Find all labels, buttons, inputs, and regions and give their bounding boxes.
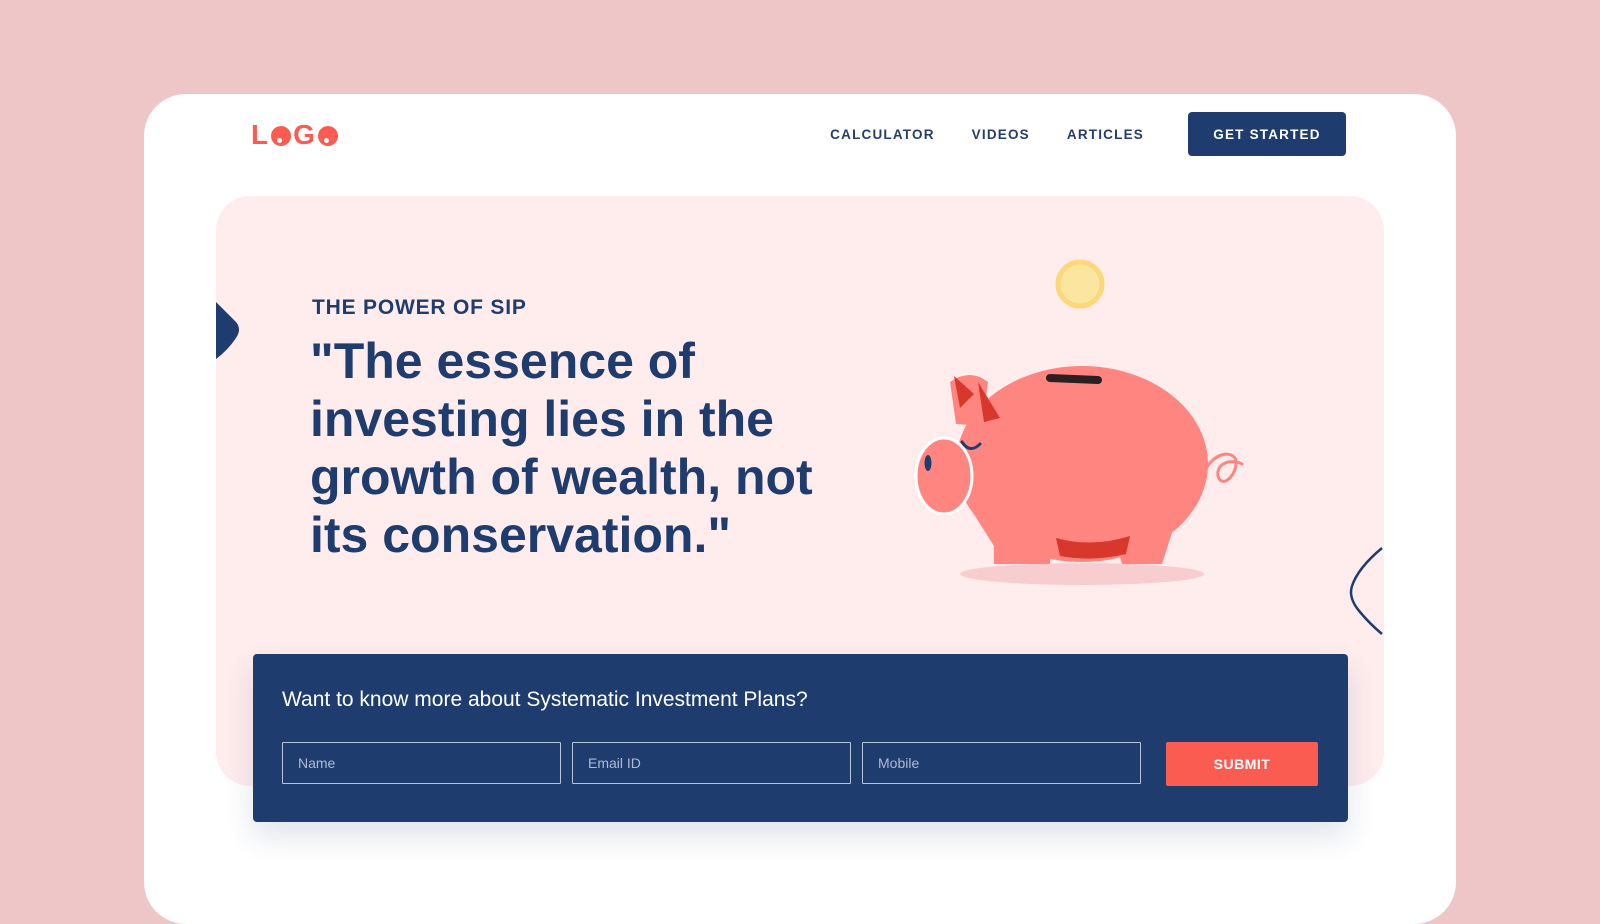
hero-accent-shape	[216, 302, 239, 359]
form-title: Want to know more about Systematic Inves…	[282, 688, 808, 711]
hero-eyebrow: THE POWER OF SIP	[312, 296, 527, 319]
piggy-bank-icon	[914, 259, 1244, 585]
main-nav: CALCULATOR VIDEOS ARTICLES GET STARTED	[830, 94, 1346, 174]
name-input[interactable]	[282, 742, 561, 784]
nav-articles[interactable]: ARTICLES	[1067, 127, 1144, 142]
nav-videos[interactable]: VIDEOS	[972, 127, 1030, 142]
hero-quote: "The essence of investing lies in the gr…	[310, 333, 813, 563]
mobile-input[interactable]	[862, 742, 1141, 784]
page-card: LG CALCULATOR VIDEOS ARTICLES GET STARTE…	[144, 94, 1456, 924]
email-input[interactable]	[572, 742, 851, 784]
coin-icon	[1055, 259, 1105, 309]
logo[interactable]: LG	[251, 119, 340, 150]
hero-arc-shape	[1349, 547, 1383, 635]
nav-calculator[interactable]: CALCULATOR	[830, 127, 935, 142]
get-started-button[interactable]: GET STARTED	[1188, 112, 1346, 156]
sip-inquiry-form: Want to know more about Systematic Inves…	[253, 654, 1348, 822]
submit-button[interactable]: SUBMIT	[1166, 742, 1318, 786]
